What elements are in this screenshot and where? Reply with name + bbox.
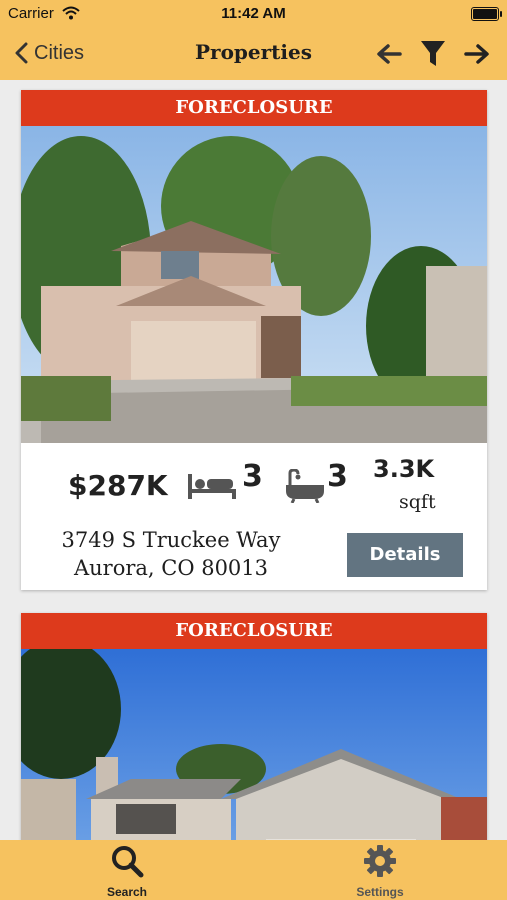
property-photo[interactable] [21, 126, 487, 443]
listing-card[interactable]: FORECLOSURE [21, 613, 487, 840]
battery-icon [471, 7, 502, 21]
tab-bar: Search Settings [0, 840, 507, 900]
gear-icon [364, 845, 396, 877]
listing-card[interactable]: FORECLOSURE [21, 90, 487, 590]
tab-search-label: Search [106, 885, 148, 899]
listings-scroll[interactable]: FORECLOSURE $287K 3 3 3.3K sqft 3749 S T… [0, 80, 507, 840]
sqft-unit: sqft [399, 491, 436, 513]
navigation-bar: Cities Properties [0, 28, 507, 80]
arrow-left-icon [377, 44, 402, 64]
status-time: 11:42 AM [221, 5, 286, 22]
listing-status-banner: FORECLOSURE [21, 90, 487, 126]
listing-address: 3749 S Truckee Way Aurora, CO 80013 [51, 526, 291, 582]
tab-settings-label: Settings [356, 885, 404, 899]
tab-settings[interactable]: Settings [320, 844, 440, 899]
tab-search[interactable]: Search [67, 844, 187, 899]
property-photo-image [21, 649, 487, 840]
details-button[interactable]: Details [347, 533, 463, 577]
sqft-value: 3.3K [373, 455, 435, 483]
bed-icon [188, 474, 236, 499]
property-photo[interactable] [21, 649, 487, 840]
listing-status-banner: FORECLOSURE [21, 613, 487, 649]
address-street: 3749 S Truckee Way [61, 528, 281, 552]
search-icon [112, 846, 144, 878]
next-button[interactable] [459, 36, 495, 72]
property-photo-image [21, 126, 487, 443]
listing-price: $287K [68, 469, 168, 502]
address-city: Aurora, CO 80013 [73, 556, 269, 580]
bed-count: 3 [242, 459, 263, 494]
filter-button[interactable] [415, 36, 451, 72]
bathtub-icon [286, 469, 324, 503]
arrow-right-icon [464, 44, 489, 64]
previous-button[interactable] [371, 36, 407, 72]
filter-icon [421, 41, 445, 66]
listing-stats: $287K 3 3 3.3K sqft [21, 443, 487, 513]
bath-count: 3 [327, 459, 348, 494]
status-bar: Carrier 11:42 AM [0, 0, 507, 28]
